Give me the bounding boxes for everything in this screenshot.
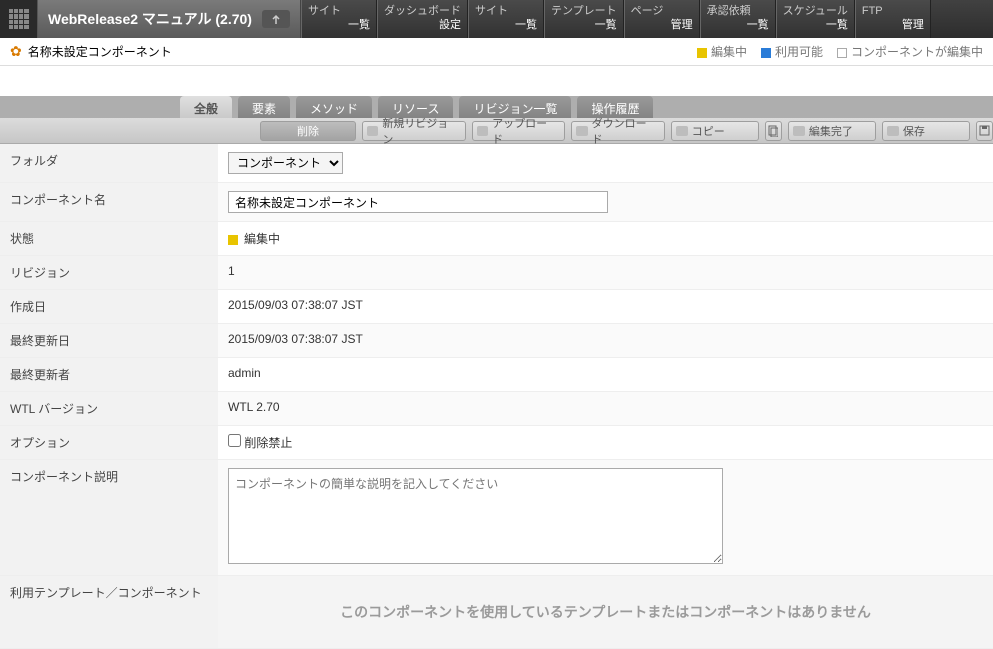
tab-elements[interactable]: 要素 [238, 96, 290, 118]
tab-methods[interactable]: メソッド [296, 96, 372, 118]
save-icon-button[interactable] [976, 121, 993, 141]
label-status: 状態 [0, 222, 218, 256]
legend-available: 利用可能 [761, 43, 823, 60]
save-button[interactable]: 保存 [882, 121, 970, 141]
pin-icon[interactable] [262, 10, 290, 28]
label-description: コンポーネント説明 [0, 460, 218, 576]
tab-general[interactable]: 全般 [180, 96, 232, 118]
nav-page[interactable]: ページ 管理 [624, 0, 700, 38]
created-value: 2015/09/03 07:38:07 JST [218, 290, 993, 324]
legend: 編集中 利用可能 コンポーネントが編集中 [697, 43, 983, 60]
nav-template[interactable]: テンプレート 一覧 [544, 0, 624, 38]
app-title: WebRelease2 マニュアル (2.70) [48, 9, 252, 29]
label-revision: リビジョン [0, 256, 218, 290]
page-title: 名称未設定コンポーネント [28, 43, 172, 60]
nav-schedule[interactable]: スケジュール 一覧 [776, 0, 855, 38]
folder-select[interactable]: コンポーネント [228, 152, 343, 174]
form-table: フォルダ コンポーネント コンポーネント名 状態 編集中 リビジョン 1 作成日… [0, 144, 993, 649]
nav-approval[interactable]: 承認依頼 一覧 [700, 0, 776, 38]
toolbar: 削除 新規リビジョン アップロード ダウンロード コピー 編集完了 保存 [0, 118, 993, 144]
component-name-input[interactable] [228, 191, 608, 213]
nav-site-list-2[interactable]: サイト 一覧 [468, 0, 544, 38]
nav-site-list[interactable]: サイト 一覧 [301, 0, 377, 38]
label-component-name: コンポーネント名 [0, 183, 218, 222]
copy-button[interactable]: コピー [671, 121, 759, 141]
status-indicator [228, 235, 238, 245]
app-logo[interactable] [0, 0, 38, 38]
status-text: 編集中 [244, 232, 280, 246]
disk-icon [979, 125, 990, 136]
legend-component-editing: コンポーネントが編集中 [837, 43, 983, 60]
revision-value: 1 [218, 256, 993, 290]
wtl-version-value: WTL 2.70 [218, 392, 993, 426]
label-usage: 利用テンプレート／コンポーネント [0, 576, 218, 649]
copy-icon-button[interactable] [765, 121, 782, 141]
label-updater: 最終更新者 [0, 358, 218, 392]
nav-ftp[interactable]: FTP 管理 [855, 0, 931, 38]
option-delete-prohibit[interactable]: 削除禁止 [228, 436, 292, 450]
legend-editing: 編集中 [697, 43, 747, 60]
updated-value: 2015/09/03 07:38:07 JST [218, 324, 993, 358]
label-updated: 最終更新日 [0, 324, 218, 358]
description-textarea[interactable] [228, 468, 723, 564]
delete-button[interactable]: 削除 [260, 121, 356, 141]
label-created: 作成日 [0, 290, 218, 324]
nav-items: サイト 一覧 ダッシュボード 設定 サイト 一覧 テンプレート 一覧 ページ 管… [301, 0, 993, 38]
download-button[interactable]: ダウンロード [571, 121, 664, 141]
no-usage-message: このコンポーネントを使用しているテンプレートまたはコンポーネントはありません [218, 576, 993, 648]
label-options: オプション [0, 426, 218, 460]
new-revision-button[interactable]: 新規リビジョン [362, 121, 466, 141]
subheader: ✿ 名称未設定コンポーネント 編集中 利用可能 コンポーネントが編集中 [0, 38, 993, 66]
app-title-area: WebRelease2 マニュアル (2.70) [38, 0, 301, 38]
upload-button[interactable]: アップロード [472, 121, 565, 141]
label-folder: フォルダ [0, 144, 218, 183]
gear-icon: ✿ [10, 43, 22, 60]
updater-value: admin [218, 358, 993, 392]
nav-dashboard[interactable]: ダッシュボード 設定 [377, 0, 468, 38]
clipboard-icon [768, 125, 778, 137]
tabs-container: 全般 要素 メソッド リソース リビジョン一覧 操作履歴 削除 新規リビジョン … [0, 96, 993, 144]
finish-edit-button[interactable]: 編集完了 [788, 121, 876, 141]
label-wtl-version: WTL バージョン [0, 392, 218, 426]
topbar: WebRelease2 マニュアル (2.70) サイト 一覧 ダッシュボード … [0, 0, 993, 38]
delete-prohibit-checkbox[interactable] [228, 434, 241, 447]
